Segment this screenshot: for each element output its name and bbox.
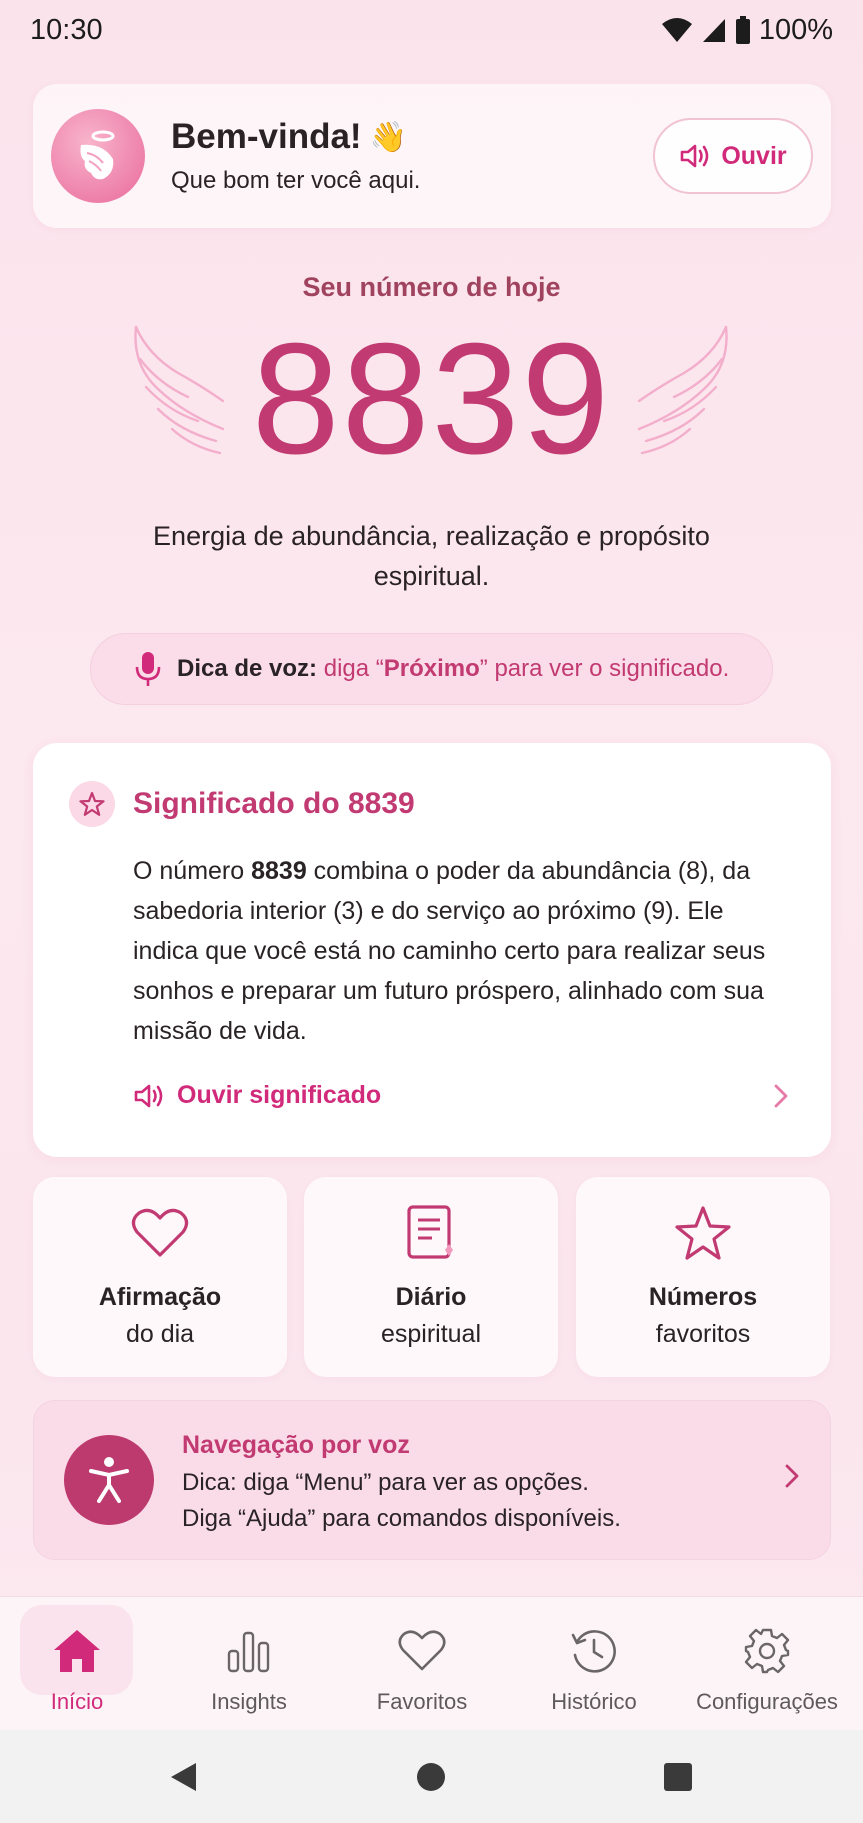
status-bar: 10:30 100% [0,0,863,60]
back-button[interactable] [168,1730,198,1823]
nav-label: Histórico [551,1689,637,1714]
quick-title: Diário [395,1283,467,1311]
meaning-title: Significado do 8839 [133,787,415,820]
angel-avatar [51,109,145,203]
recents-icon [664,1762,692,1791]
quick-subtitle: espiritual [380,1320,482,1348]
signal-icon [702,19,725,42]
welcome-card: Bem-vinda! 👋 Que bom ter você aqui. Ouvi… [33,84,831,228]
nav-label: Início [50,1689,104,1714]
today-description: Energia de abundância, realização e prop… [153,521,710,591]
meaning-body-post: combina o poder da abundância (8), da sa… [133,857,766,1045]
meaning-body-pre: O número [133,857,252,885]
quick-subtitle: do dia [125,1320,195,1348]
voice-navigation-card[interactable]: Navegação por voz Dica: diga “Menu” para… [33,1400,831,1560]
home-circle-icon [417,1762,445,1791]
angel-wing-icon [80,130,115,180]
nav-history[interactable]: Histórico [508,1597,680,1731]
quick-title: Números [648,1283,758,1311]
star-badge [69,781,115,827]
nav-settings[interactable]: Configurações [681,1597,853,1731]
nav-label: Insights [211,1689,287,1714]
home-icon [54,1630,100,1672]
gear-icon [744,1628,790,1674]
nav-label: Configurações [696,1689,838,1714]
today-label: Seu número de hoje [302,272,561,302]
status-icons: 100% [661,14,833,47]
quick-title: Afirmação [98,1283,222,1311]
welcome-subtitle: Que bom ter você aqui. [171,167,421,194]
chart-icon [227,1631,270,1673]
waving-hand-icon: 👋 [369,120,407,154]
nav-home[interactable]: Início [0,1597,163,1731]
voice-tip-command: Próximo [383,655,480,682]
nav-favorites[interactable]: Favoritos [336,1597,508,1731]
heart-icon [398,1630,446,1671]
voice-tip-suffix: ” para ver o significado. [479,655,730,682]
accessibility-badge [64,1435,154,1525]
voice-nav-help: Diga “Ajuda” para comandos disponíveis. [182,1505,621,1532]
recents-button[interactable] [663,1730,693,1823]
welcome-title: Bem-vinda! [171,117,362,156]
listen-button[interactable]: Ouvir [653,118,813,194]
affirmation-card[interactable]: Afirmação do dia [33,1177,287,1377]
meaning-body-number: 8839 [251,857,307,885]
system-nav-bar [0,1730,863,1823]
battery-icon [735,16,750,44]
voice-nav-hint: Dica: diga “Menu” para ver as opções. [182,1469,589,1496]
quick-subtitle: favoritos [655,1320,751,1348]
journal-card[interactable]: Diário espiritual [304,1177,558,1377]
bottom-nav: Início Insights Favoritos Histórico Conf… [0,1596,863,1730]
heart-icon [131,1208,189,1257]
back-icon [171,1762,196,1791]
voice-nav-title: Navegação por voz [182,1431,410,1459]
voice-tip-prefix: Dica de voz: [177,655,318,682]
chevron-right-icon [785,1464,799,1488]
chevron-right-icon[interactable] [773,1083,789,1109]
favorite-numbers-card[interactable]: Números favoritos [576,1177,830,1377]
nav-label: Favoritos [376,1689,468,1714]
speaker-icon [681,144,709,168]
meaning-card: Significado do 8839 O número 8839 combin… [33,743,831,1157]
voice-tip-say: diga “ [323,655,384,682]
microphone-icon [135,652,161,686]
journal-icon [407,1205,453,1259]
status-time: 10:30 [30,13,103,46]
listen-meaning-label: Ouvir significado [177,1081,382,1109]
nav-insights[interactable]: Insights [163,1597,335,1731]
star-icon [675,1206,731,1260]
today-number: 8839 [251,311,612,487]
voice-tip: Dica de voz: diga “Próximo” para ver o s… [90,633,773,705]
listen-label: Ouvir [721,141,787,170]
battery-level: 100% [758,13,833,46]
accessibility-icon [89,1457,129,1503]
speaker-icon [134,1084,163,1107]
home-button[interactable] [416,1730,446,1823]
wifi-icon [661,18,692,42]
meaning-body: O número 8839 combina o poder da abundân… [133,851,783,1051]
history-icon [571,1630,616,1673]
listen-meaning-button[interactable]: Ouvir significado [133,1081,381,1110]
star-icon [79,791,105,816]
